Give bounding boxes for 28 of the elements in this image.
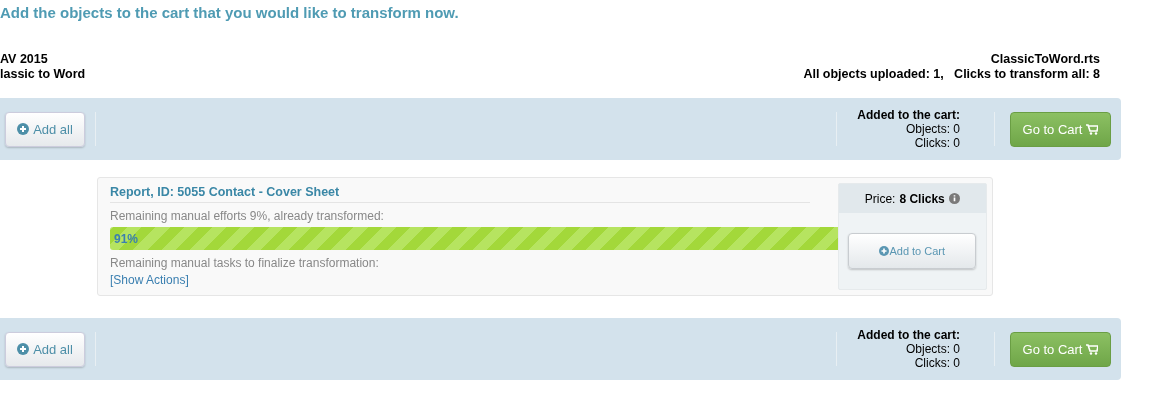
go-to-cart-button[interactable]: Go to Cart xyxy=(1010,331,1111,367)
show-actions-link[interactable]: [Show Actions] xyxy=(110,273,838,287)
tasks-text: Remaining manual tasks to finalize transformation: xyxy=(110,256,380,270)
file-name: ClassicToWord.rts xyxy=(989,52,1100,67)
add-to-cart-button[interactable]: Add to Cart xyxy=(848,233,977,269)
add-all-button[interactable]: Add all xyxy=(5,331,85,367)
objects-count: Objects: 0 xyxy=(904,342,960,356)
plus-circle-icon xyxy=(879,246,890,256)
price-label: Price: xyxy=(864,191,896,206)
add-all-button[interactable]: Add all xyxy=(5,111,85,147)
clicks-count: Clicks: 0 xyxy=(913,356,960,370)
go-to-cart-button[interactable]: Go to Cart xyxy=(1010,111,1111,147)
upload-summary: All objects uploaded: 1, Clicks to transform all: 8 xyxy=(803,67,1100,82)
plus-circle-icon xyxy=(17,343,30,355)
project-label: AV 2015 xyxy=(0,52,49,67)
price-value: 8 Clicks xyxy=(899,191,945,206)
clicks-count: Clicks: 0 xyxy=(913,136,960,150)
plus-circle-icon xyxy=(17,123,30,135)
page-heading: Add the objects to the cart that you would like to transform now. xyxy=(0,4,460,23)
efforts-text: Remaining manual efforts 9%, already transformed: xyxy=(110,209,385,223)
objects-count: Objects: 0 xyxy=(904,122,960,136)
cart-title: Added to the cart: xyxy=(857,328,960,342)
info-icon[interactable] xyxy=(948,193,960,204)
cart-icon xyxy=(1086,123,1099,135)
cart-title: Added to the cart: xyxy=(857,108,960,122)
project-label: lassic to Word xyxy=(0,67,86,82)
object-title: Report, ID: 5055 Contact - Cover Sheet xyxy=(110,185,810,203)
cart-icon xyxy=(1086,343,1099,355)
